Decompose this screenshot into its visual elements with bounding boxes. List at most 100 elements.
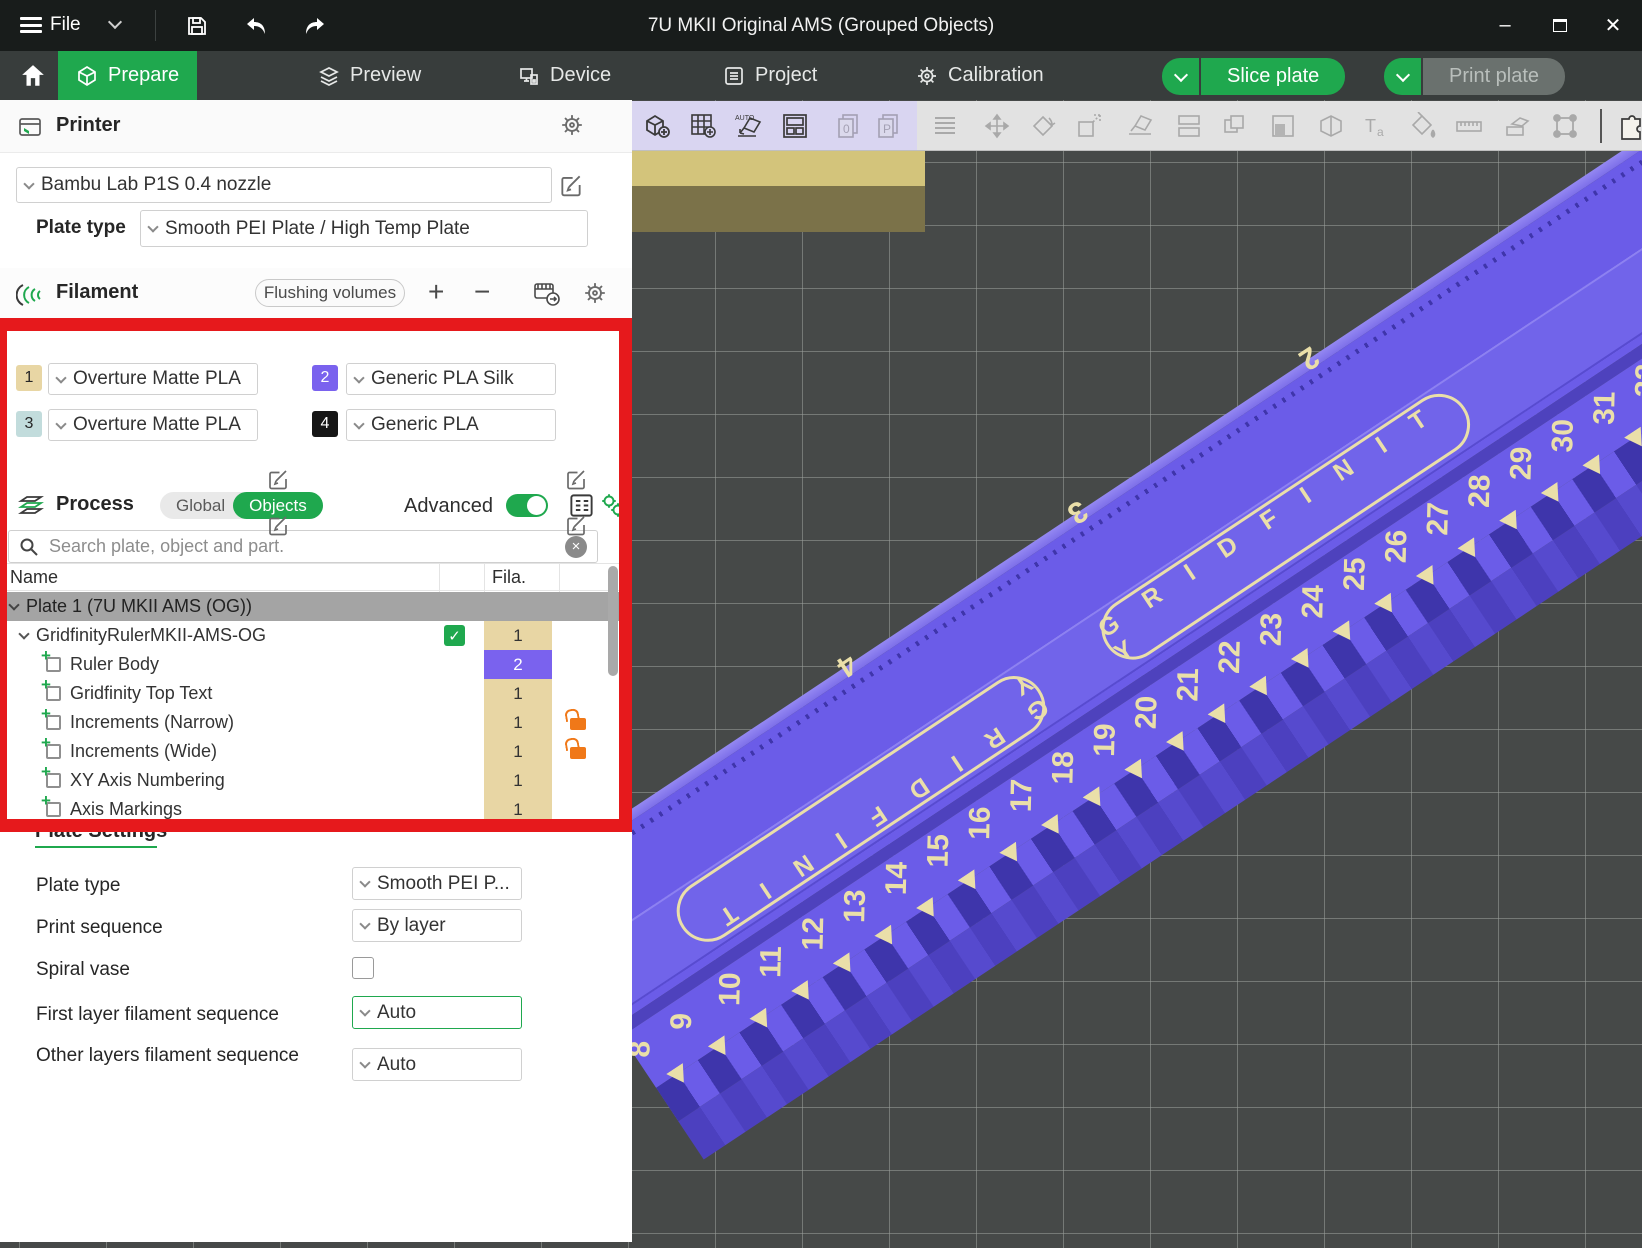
- text-tool-icon[interactable]: Ta: [1359, 110, 1393, 142]
- ps-plate-type-select[interactable]: Smooth PEI P...: [352, 867, 522, 900]
- assembly-icon[interactable]: [1500, 110, 1534, 142]
- filament-4-swatch[interactable]: 4: [312, 411, 338, 437]
- split-objects-icon[interactable]: [1172, 110, 1206, 142]
- object-visible-checkbox[interactable]: ✓: [444, 625, 465, 646]
- part-icon: [46, 686, 61, 701]
- fit-camera-icon[interactable]: [1548, 110, 1582, 142]
- name-column-header: Name: [10, 567, 58, 588]
- tree-row-object[interactable]: GridfinityRulerMKII-AMS-OG ✓ 1: [0, 621, 620, 650]
- auto-orient-icon[interactable]: AUTO: [732, 110, 766, 142]
- search-bar: ×: [8, 530, 598, 563]
- search-clear-icon[interactable]: ×: [565, 536, 587, 558]
- tree-row-part[interactable]: Increments (Narrow) 1: [0, 708, 620, 737]
- split-parts-icon[interactable]: [1218, 110, 1252, 142]
- filament-1-select[interactable]: Overture Matte PLA: [48, 363, 258, 395]
- tree-scrollbar[interactable]: [608, 566, 618, 676]
- ps-print-sequence-select[interactable]: By layer: [352, 909, 522, 942]
- add-plate-icon[interactable]: [686, 110, 720, 142]
- copy-icon[interactable]: 0: [832, 110, 866, 142]
- plate-settings-title: Plate Settings: [35, 820, 167, 843]
- tab-preview[interactable]: Preview: [300, 51, 439, 100]
- tab-calibration[interactable]: Calibration: [898, 51, 1062, 100]
- filament-2-swatch[interactable]: 2: [312, 365, 338, 391]
- arrange-icon[interactable]: [778, 110, 812, 142]
- add-filament-button[interactable]: +: [428, 276, 444, 308]
- ruler-unit-marker: 4: [785, 639, 863, 711]
- print-plate-button[interactable]: Print plate: [1423, 58, 1565, 95]
- chevron-down-icon: [23, 178, 34, 189]
- tab-prepare[interactable]: Prepare: [58, 51, 197, 100]
- variable-layer-icon[interactable]: [928, 110, 962, 142]
- filament-3-edit-icon[interactable]: [266, 513, 290, 537]
- filament-settings-gear-icon[interactable]: [583, 281, 607, 305]
- device-monitor-icon: [518, 65, 540, 87]
- file-menu[interactable]: File: [50, 14, 81, 36]
- scale-icon[interactable]: [1072, 110, 1106, 142]
- redo-button[interactable]: [297, 11, 331, 41]
- filament-3-swatch[interactable]: 3: [16, 411, 42, 437]
- advanced-toggle[interactable]: [506, 494, 548, 517]
- tree-row-part[interactable]: XY Axis Numbering 1: [0, 766, 620, 795]
- tree-row-plate[interactable]: Plate 1 (7U MKII AMS (OG)): [0, 592, 620, 621]
- fila-cell[interactable]: 1: [484, 795, 552, 824]
- filament-1-swatch[interactable]: 1: [16, 365, 42, 391]
- plate-type-select[interactable]: Smooth PEI Plate / High Temp Plate: [140, 210, 588, 247]
- left-sidebar: Printer Bambu Lab P1S 0.4 nozzle Plate t…: [0, 100, 632, 1242]
- slice-plate-button[interactable]: Slice plate: [1201, 58, 1345, 95]
- filament-1-edit-icon[interactable]: [266, 467, 290, 491]
- spiral-vase-checkbox[interactable]: [352, 957, 374, 979]
- unlock-icon[interactable]: [570, 718, 586, 730]
- filament-2-edit-icon[interactable]: [564, 467, 588, 491]
- fila-cell[interactable]: 1: [484, 708, 552, 737]
- ps-first-layer-select[interactable]: Auto: [352, 996, 522, 1029]
- ps-other-layers-select[interactable]: Auto: [352, 1048, 522, 1081]
- fila-cell[interactable]: 1: [484, 737, 552, 766]
- undo-button[interactable]: [240, 11, 274, 41]
- tab-device[interactable]: Device: [500, 51, 629, 100]
- filament-4-edit-icon[interactable]: [564, 513, 588, 537]
- plugin-puzzle-icon[interactable]: [1614, 110, 1642, 142]
- cut-icon[interactable]: [1314, 110, 1348, 142]
- ruler-model[interactable]: G R I D F I N I T Y G R I D F I N I T Y …: [520, 100, 1642, 1160]
- paste-icon[interactable]: P: [872, 110, 906, 142]
- unlock-icon[interactable]: [570, 747, 586, 759]
- tan-box-front-face: [632, 186, 925, 232]
- slice-dropdown-chevron[interactable]: [1162, 58, 1199, 95]
- add-object-icon[interactable]: [640, 110, 674, 142]
- move-icon[interactable]: [980, 110, 1014, 142]
- save-button[interactable]: [180, 11, 214, 41]
- tree-row-part[interactable]: Gridfinity Top Text 1: [0, 679, 620, 708]
- fila-cell[interactable]: 2: [484, 650, 552, 679]
- tree-row-part[interactable]: Increments (Wide) 1: [0, 737, 620, 766]
- fill-color-icon[interactable]: [1266, 110, 1300, 142]
- tab-project[interactable]: Project: [705, 51, 835, 100]
- printer-select[interactable]: Bambu Lab P1S 0.4 nozzle: [16, 167, 552, 203]
- fila-cell[interactable]: 1: [484, 766, 552, 795]
- process-compare-icon[interactable]: [600, 492, 627, 519]
- remove-filament-button[interactable]: −: [474, 276, 490, 308]
- fila-cell[interactable]: 1: [484, 621, 552, 650]
- printer-settings-gear-icon[interactable]: [560, 113, 584, 137]
- measure-icon[interactable]: [1452, 110, 1486, 142]
- toolbar-divider: [1600, 109, 1602, 143]
- menu-icon[interactable]: [20, 17, 42, 33]
- filament-4-select[interactable]: Generic PLA: [346, 409, 556, 441]
- minimize-button[interactable]: –: [1482, 0, 1528, 51]
- home-button[interactable]: [8, 51, 58, 100]
- flushing-volumes-button[interactable]: Flushing volumes: [255, 279, 405, 307]
- fila-cell[interactable]: 1: [484, 679, 552, 708]
- lay-on-face-icon[interactable]: [1123, 110, 1157, 142]
- rotate-icon[interactable]: [1026, 110, 1060, 142]
- print-dropdown-chevron[interactable]: [1384, 58, 1421, 95]
- paint-icon[interactable]: [1406, 110, 1440, 142]
- tree-row-part[interactable]: Ruler Body 2: [0, 650, 620, 679]
- scope-global-button[interactable]: Global: [160, 492, 243, 519]
- project-list-icon: [723, 65, 745, 87]
- maximize-button[interactable]: [1537, 0, 1583, 51]
- search-input[interactable]: [49, 536, 555, 557]
- printer-edit-icon[interactable]: [558, 172, 584, 198]
- filament-3-select[interactable]: Overture Matte PLA: [48, 409, 258, 441]
- ams-sync-icon[interactable]: [533, 281, 561, 307]
- filament-2-select[interactable]: Generic PLA Silk: [346, 363, 556, 395]
- close-button[interactable]: ✕: [1590, 0, 1636, 51]
